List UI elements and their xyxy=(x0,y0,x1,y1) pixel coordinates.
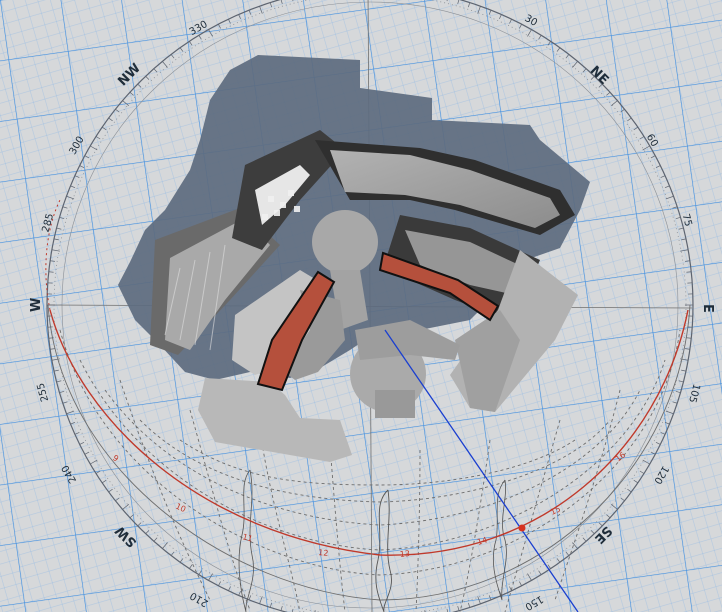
sun-study-canvas[interactable]: 9 10 11 12 13 14 15 16 NW NE W E SW SE 3… xyxy=(0,0,722,612)
3d-viewport[interactable]: 9 10 11 12 13 14 15 16 NW NE W E SW SE 3… xyxy=(0,0,722,612)
hour-label: 12 xyxy=(318,548,329,558)
sun-position-marker[interactable] xyxy=(518,524,526,532)
compass-label-e: E xyxy=(700,304,715,313)
hour-label: 13 xyxy=(399,549,410,559)
compass-label-w: W xyxy=(29,298,44,312)
